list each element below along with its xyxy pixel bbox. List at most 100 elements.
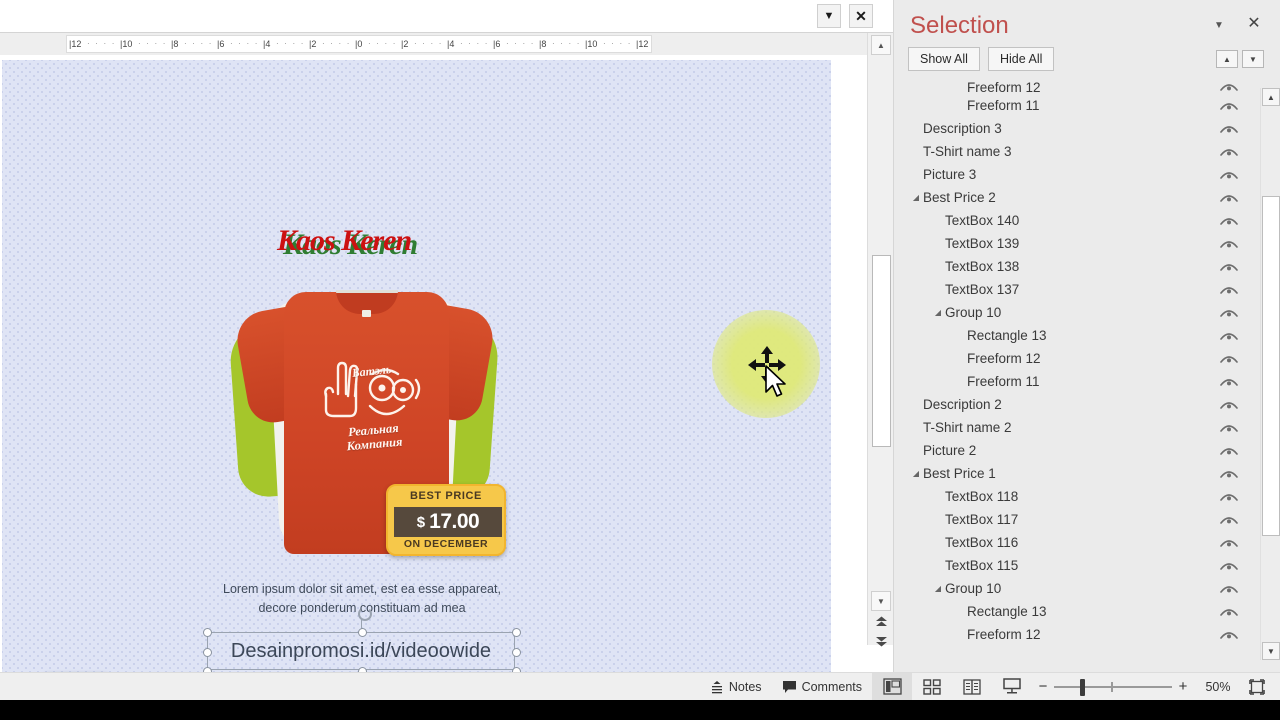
visibility-eye-icon[interactable]: [1219, 375, 1239, 389]
pane-options-button[interactable]: ▼: [1210, 17, 1228, 33]
selection-list-item[interactable]: TextBox 138: [902, 255, 1257, 278]
fit-to-window-button[interactable]: [1242, 673, 1272, 701]
selection-list-item[interactable]: Picture 2: [902, 439, 1257, 462]
comments-button[interactable]: Comments: [772, 673, 872, 701]
selection-list-item[interactable]: Rectangle 13: [902, 324, 1257, 347]
pane-scrollbar[interactable]: ▲ ▼: [1260, 88, 1280, 660]
ruler-minor-tick: ·: [376, 39, 379, 48]
window-dropdown-button[interactable]: ▼: [817, 4, 841, 28]
visibility-eye-icon[interactable]: [1219, 421, 1239, 435]
handle-middle-left[interactable]: [203, 648, 212, 657]
pane-scroll-down-button[interactable]: ▼: [1262, 642, 1280, 660]
selection-list-item[interactable]: TextBox 118: [902, 485, 1257, 508]
visibility-eye-icon[interactable]: [1219, 306, 1239, 320]
selection-list-item[interactable]: Description 2: [902, 393, 1257, 416]
visibility-eye-icon[interactable]: [1219, 168, 1239, 182]
visibility-eye-icon[interactable]: [1219, 122, 1239, 136]
selection-list-item[interactable]: TextBox 140: [902, 209, 1257, 232]
selection-list-item[interactable]: Freeform 11: [902, 94, 1257, 117]
selected-textbox[interactable]: Desainpromosi.id/videoowide: [203, 607, 521, 675]
visibility-eye-icon[interactable]: [1219, 490, 1239, 504]
zoom-in-button[interactable]: +: [1172, 673, 1194, 701]
slide-vertical-scrollbar[interactable]: ▲ ▼: [867, 33, 893, 647]
selection-list-item[interactable]: TextBox 139: [902, 232, 1257, 255]
visibility-eye-icon[interactable]: [1219, 398, 1239, 412]
visibility-eye-icon[interactable]: [1219, 467, 1239, 481]
visibility-eye-icon[interactable]: [1219, 145, 1239, 159]
slide-logo[interactable]: Kaos Keren Kaos Keren: [277, 224, 442, 266]
selection-list-item[interactable]: T-Shirt name 3: [902, 140, 1257, 163]
show-all-button[interactable]: Show All: [908, 47, 980, 71]
expand-collapse-icon[interactable]: ◢: [910, 469, 922, 478]
selection-list-item[interactable]: Freeform 11: [902, 370, 1257, 393]
scroll-down-button[interactable]: ▼: [871, 591, 891, 611]
selection-list-item[interactable]: TextBox 137: [902, 278, 1257, 301]
selection-list-item[interactable]: ◢ Best Price 2: [902, 186, 1257, 209]
pane-close-button[interactable]: ✕: [1244, 13, 1264, 33]
selection-list-item[interactable]: TextBox 117: [902, 508, 1257, 531]
selection-list-item[interactable]: TextBox 116: [902, 531, 1257, 554]
visibility-eye-icon[interactable]: [1219, 80, 1239, 94]
reading-view-button[interactable]: [952, 673, 992, 701]
handle-top-center[interactable]: [358, 628, 367, 637]
visibility-eye-icon[interactable]: [1219, 191, 1239, 205]
bring-forward-button[interactable]: ▲: [1216, 50, 1238, 68]
normal-view-button[interactable]: [872, 672, 912, 701]
slide[interactable]: Kaos Keren Kaos Keren Батэль Реальная Ко…: [2, 60, 831, 675]
selection-list-item[interactable]: Description 3: [902, 117, 1257, 140]
expand-collapse-icon[interactable]: ◢: [932, 584, 944, 593]
expand-collapse-icon[interactable]: ◢: [910, 193, 922, 202]
visibility-eye-icon[interactable]: [1219, 214, 1239, 228]
selection-list-item[interactable]: Freeform 12: [902, 347, 1257, 370]
visibility-eye-icon[interactable]: [1219, 237, 1239, 251]
scroll-up-button[interactable]: ▲: [871, 35, 891, 55]
visibility-eye-icon[interactable]: [1219, 352, 1239, 366]
zoom-out-button[interactable]: −: [1032, 673, 1054, 701]
best-price-badge[interactable]: BEST PRICE $ 17.00 ON DECEMBER: [386, 484, 506, 556]
selection-list-item[interactable]: Picture 3: [902, 163, 1257, 186]
selection-list-item[interactable]: ◢ Best Price 1: [902, 462, 1257, 485]
pane-scroll-up-button[interactable]: ▲: [1262, 88, 1280, 106]
zoom-level-label[interactable]: 50%: [1194, 680, 1242, 694]
visibility-eye-icon[interactable]: [1219, 559, 1239, 573]
selection-list-item[interactable]: Freeform 12: [902, 80, 1257, 94]
hide-all-button[interactable]: Hide All: [988, 47, 1055, 71]
handle-middle-right[interactable]: [512, 648, 521, 657]
ruler-minor-tick: ·: [292, 39, 296, 48]
ruler-minor-tick: ·: [300, 39, 304, 48]
visibility-eye-icon[interactable]: [1219, 329, 1239, 343]
previous-slide-button[interactable]: [873, 613, 890, 630]
visibility-eye-icon[interactable]: [1219, 536, 1239, 550]
slide-canvas-area[interactable]: Kaos Keren Kaos Keren Батэль Реальная Ко…: [0, 55, 867, 675]
handle-top-left[interactable]: [203, 628, 212, 637]
selection-list-item[interactable]: Freeform 12: [902, 623, 1257, 646]
visibility-eye-icon[interactable]: [1219, 582, 1239, 596]
selection-list[interactable]: Freeform 12 Freeform 11 Description 3 T-Shi…: [902, 80, 1257, 660]
slideshow-button[interactable]: [992, 673, 1032, 701]
ruler-minor-tick: ·: [103, 39, 107, 48]
notes-button[interactable]: Notes: [700, 673, 772, 701]
horizontal-ruler[interactable]: |12 · · · · |10 · · · · |8 · · · · |6 · · · · |4 · · · · |2 · · · · |0…: [66, 35, 652, 53]
scrollbar-thumb[interactable]: [872, 255, 891, 447]
selection-list-item[interactable]: ◢ Group 10: [902, 301, 1257, 324]
expand-collapse-icon[interactable]: ◢: [932, 308, 944, 317]
visibility-eye-icon[interactable]: [1219, 99, 1239, 113]
zoom-slider-thumb[interactable]: [1080, 678, 1085, 696]
send-backward-button[interactable]: ▼: [1242, 50, 1264, 68]
visibility-eye-icon[interactable]: [1219, 444, 1239, 458]
visibility-eye-icon[interactable]: [1219, 260, 1239, 274]
slide-sorter-button[interactable]: [912, 673, 952, 701]
zoom-slider[interactable]: [1054, 673, 1172, 701]
selection-list-item[interactable]: T-Shirt name 2: [902, 416, 1257, 439]
handle-top-right[interactable]: [512, 628, 521, 637]
visibility-eye-icon[interactable]: [1219, 283, 1239, 297]
selection-list-item[interactable]: Rectangle 13: [902, 600, 1257, 623]
visibility-eye-icon[interactable]: [1219, 628, 1239, 642]
visibility-eye-icon[interactable]: [1219, 605, 1239, 619]
pane-scrollbar-thumb[interactable]: [1262, 196, 1280, 536]
selection-list-item[interactable]: ◢ Group 10: [902, 577, 1257, 600]
window-close-button[interactable]: ✕: [849, 4, 873, 28]
visibility-eye-icon[interactable]: [1219, 513, 1239, 527]
next-slide-button[interactable]: [873, 633, 890, 650]
selection-list-item[interactable]: TextBox 115: [902, 554, 1257, 577]
